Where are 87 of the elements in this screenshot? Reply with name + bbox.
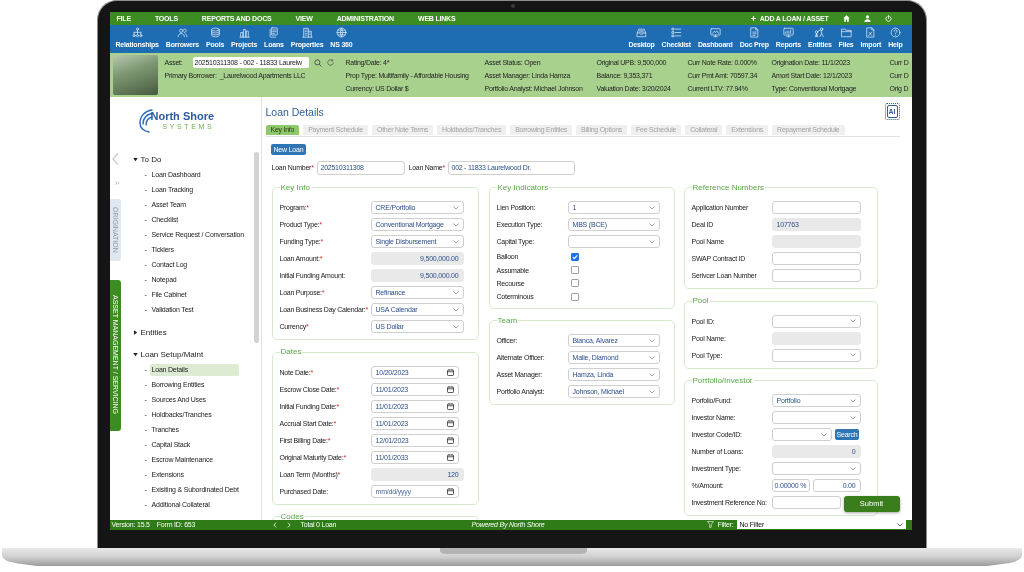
chevron-down-icon bbox=[849, 398, 856, 403]
hierarchy-icon bbox=[131, 27, 143, 38]
caret-down-icon[interactable] bbox=[132, 352, 138, 357]
chevron-down-icon bbox=[648, 239, 655, 244]
refresh-icon[interactable] bbox=[326, 59, 334, 66]
people-network-icon bbox=[814, 27, 826, 38]
checkbox[interactable] bbox=[570, 292, 579, 301]
chevron-down-icon bbox=[820, 432, 827, 437]
calendar-icon[interactable] bbox=[446, 385, 454, 393]
logo-text: North Shore bbox=[150, 110, 215, 123]
checkbox[interactable] bbox=[570, 266, 579, 275]
spreadsheet-icon bbox=[865, 27, 877, 38]
section-title: Team bbox=[496, 315, 519, 326]
tree-group-label[interactable]: Entities bbox=[140, 327, 167, 337]
photo-placeholder bbox=[112, 54, 158, 95]
chevron-right-icon[interactable] bbox=[286, 521, 291, 528]
folder-icon bbox=[840, 27, 852, 38]
chevron-down-icon bbox=[849, 319, 856, 323]
text-field[interactable] bbox=[771, 201, 861, 214]
section-title: Key Indicators bbox=[496, 182, 550, 193]
coin-stack-icon bbox=[209, 27, 221, 38]
plus-icon bbox=[750, 15, 756, 21]
section-title: Pool bbox=[691, 296, 710, 306]
chevron-down-icon bbox=[849, 353, 856, 357]
document-icon bbox=[748, 27, 760, 38]
tree-group-label[interactable]: Loan Setup/Maint bbox=[140, 350, 204, 359]
monitor-chart-icon bbox=[709, 27, 721, 38]
chevron-down-icon bbox=[849, 415, 856, 420]
chevron-down-icon bbox=[648, 355, 655, 360]
checklist-icon bbox=[670, 27, 682, 38]
help-icon bbox=[889, 27, 901, 38]
chevron-down-icon bbox=[648, 338, 655, 343]
documents-icon bbox=[268, 27, 280, 38]
chevron-down-icon bbox=[452, 222, 459, 227]
scrollbar[interactable] bbox=[253, 151, 259, 343]
section-title: Key Info bbox=[279, 182, 311, 193]
chevron-down-icon bbox=[452, 239, 459, 244]
select-field[interactable] bbox=[771, 314, 861, 328]
caret-down-icon[interactable] bbox=[132, 157, 138, 162]
globe-icon bbox=[335, 27, 347, 38]
search-icon[interactable] bbox=[313, 58, 322, 67]
calendar-icon[interactable] bbox=[446, 453, 454, 461]
chevron-down-icon bbox=[896, 522, 903, 527]
select-field[interactable] bbox=[567, 235, 660, 248]
logo-icon bbox=[136, 108, 153, 133]
chevron-down-icon bbox=[648, 222, 655, 227]
people-icon bbox=[176, 27, 188, 38]
section-title: Portfolio/Investor bbox=[691, 375, 754, 386]
calendar-icon[interactable] bbox=[446, 436, 454, 444]
checkbox[interactable] bbox=[570, 252, 579, 261]
page-title: Loan Details bbox=[265, 105, 324, 118]
select-field[interactable] bbox=[771, 411, 861, 424]
chevron-down-icon bbox=[452, 307, 459, 312]
chevron-down-icon bbox=[452, 290, 459, 295]
calendar-icon[interactable] bbox=[446, 368, 454, 376]
inbox-tray-icon bbox=[636, 27, 647, 38]
power-icon[interactable] bbox=[884, 14, 892, 22]
chevron-down-icon bbox=[452, 324, 459, 329]
calendar-icon[interactable] bbox=[446, 402, 454, 410]
section-title: Dates bbox=[279, 347, 303, 357]
checkbox[interactable] bbox=[570, 279, 579, 288]
report-screen-icon bbox=[782, 27, 794, 38]
building-icon bbox=[301, 27, 313, 38]
filter-icon[interactable] bbox=[707, 521, 715, 528]
user-icon[interactable] bbox=[863, 14, 871, 22]
chevron-down-icon bbox=[648, 205, 655, 210]
select-field[interactable] bbox=[771, 348, 861, 362]
select-field[interactable] bbox=[771, 428, 832, 441]
text-field[interactable] bbox=[771, 252, 861, 265]
section-title: Codes bbox=[279, 511, 305, 520]
tree-group-label[interactable]: To Do bbox=[140, 155, 162, 164]
chevron-down-icon bbox=[452, 205, 459, 210]
chevron-left-icon[interactable] bbox=[111, 151, 119, 166]
section-title: Reference Numbers bbox=[691, 182, 766, 193]
bar-chart-icon bbox=[238, 27, 250, 38]
home-icon[interactable] bbox=[842, 14, 850, 22]
caret-right-icon[interactable] bbox=[132, 329, 138, 335]
camera-icon bbox=[511, 4, 515, 8]
chevron-down-icon bbox=[648, 389, 655, 394]
text-field[interactable] bbox=[771, 496, 841, 509]
calendar-icon[interactable] bbox=[446, 487, 454, 495]
select-field[interactable] bbox=[771, 462, 861, 475]
text-field[interactable] bbox=[771, 269, 861, 282]
double-chevron-icon[interactable] bbox=[114, 180, 120, 185]
chevron-down-icon bbox=[849, 466, 856, 471]
chevron-down-icon bbox=[648, 372, 655, 377]
calendar-icon[interactable] bbox=[446, 419, 454, 427]
